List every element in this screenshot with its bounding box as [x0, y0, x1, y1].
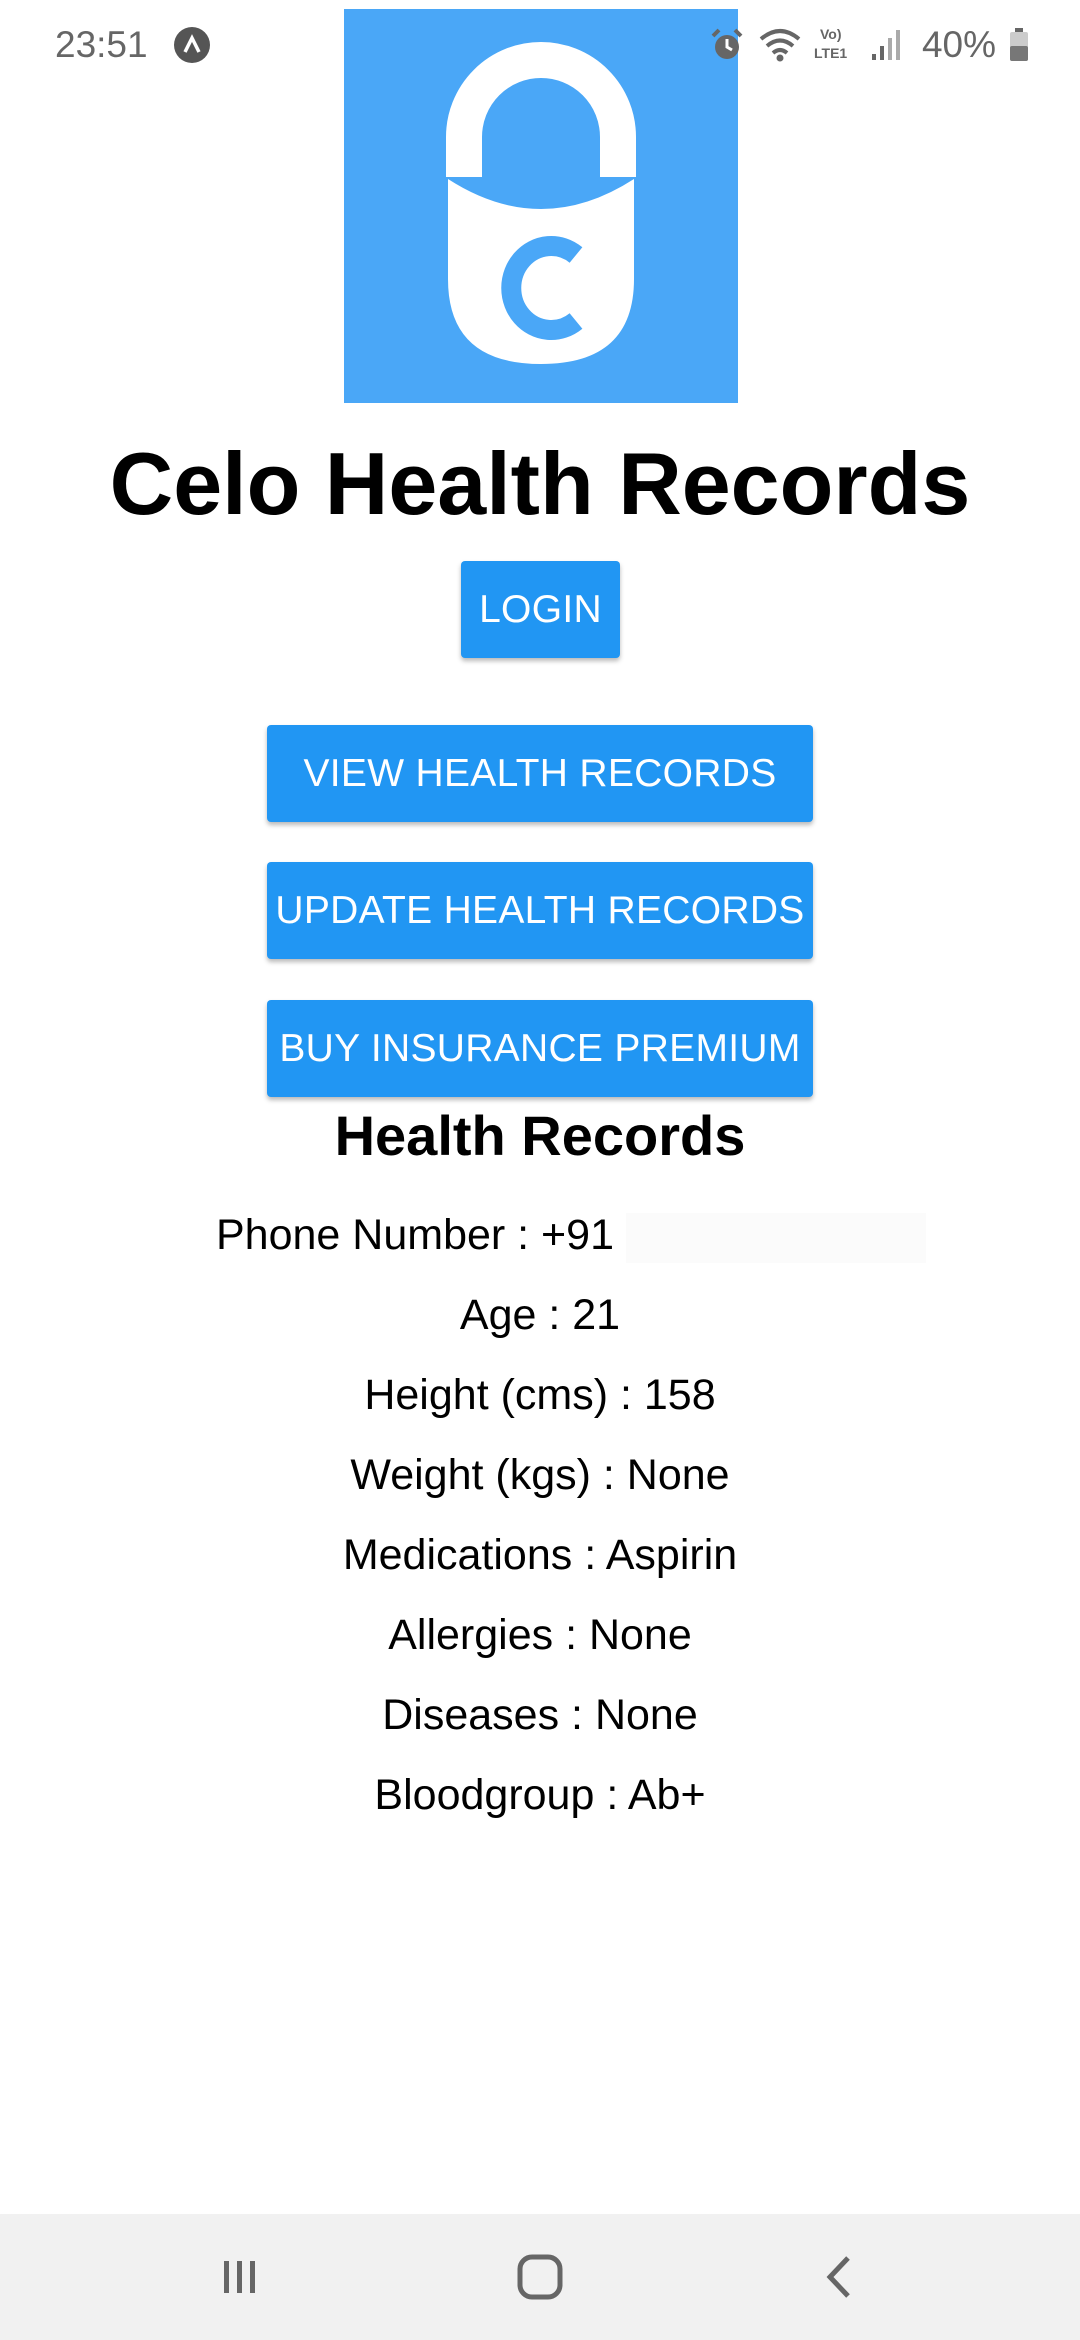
home-icon[interactable] — [480, 2237, 600, 2317]
alarm-icon — [708, 26, 746, 64]
status-bar-left: 23:51 — [55, 24, 210, 66]
volte-icon: Vo) LTE1 — [814, 25, 858, 65]
battery-percent: 40% — [921, 24, 996, 65]
status-bar: 23:51 Vo) LTE1 40% — [0, 0, 1080, 90]
records-list: Phone Number : +91 Age : 21 Height (cms)… — [0, 1200, 1080, 1840]
record-age: Age : 21 — [459, 1291, 621, 1339]
records-heading: Health Records — [334, 1104, 746, 1167]
record-bloodgroup: Bloodgroup : Ab+ — [374, 1771, 706, 1819]
status-bar-right: Vo) LTE1 40% — [708, 24, 1030, 66]
redacted-phone-digits — [625, 1212, 926, 1263]
app-title: Celo Health Records — [109, 434, 971, 533]
record-diseases: Diseases : None — [382, 1691, 698, 1739]
login-button[interactable]: LOGIN — [461, 561, 620, 658]
back-icon[interactable] — [780, 2237, 900, 2317]
buy-insurance-premium-button[interactable]: BUY INSURANCE PREMIUM — [267, 1000, 813, 1097]
app-notification-icon — [173, 27, 210, 63]
record-allergies: Allergies : None — [388, 1611, 692, 1659]
record-phone-text: Phone Number : +91 — [216, 1211, 615, 1259]
svg-text:Vo): Vo) — [820, 26, 842, 42]
status-time: 23:51 — [55, 24, 148, 65]
recent-apps-icon[interactable] — [180, 2237, 300, 2317]
battery-icon — [1008, 27, 1030, 63]
record-weight: Weight (kgs) : None — [350, 1451, 730, 1499]
record-medications: Medications : Aspirin — [342, 1531, 738, 1579]
signal-icon — [870, 28, 902, 62]
screen: 23:51 Vo) LTE1 40% Celo Health Records L… — [0, 0, 1080, 2340]
navigation-bar — [0, 2214, 1080, 2340]
record-phone: Phone Number : +91 — [0, 1200, 1080, 1280]
view-health-records-button[interactable]: VIEW HEALTH RECORDS — [267, 725, 813, 822]
update-health-records-button[interactable]: UPDATE HEALTH RECORDS — [267, 862, 813, 959]
wifi-icon — [758, 27, 802, 63]
svg-text:LTE1: LTE1 — [814, 45, 847, 61]
record-height: Height (cms) : 158 — [364, 1371, 716, 1419]
